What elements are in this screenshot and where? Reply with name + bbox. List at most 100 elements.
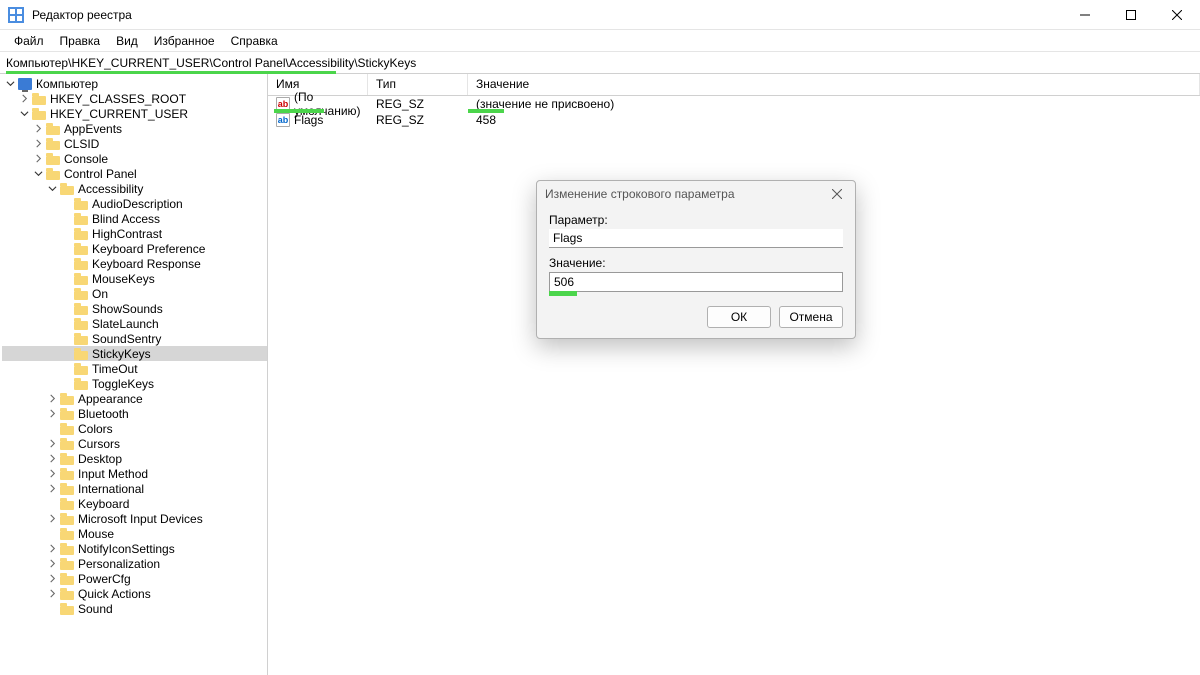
computer-icon [18,78,32,90]
chevron-down-icon[interactable] [46,183,58,195]
tree-node[interactable]: AppEvents [2,121,267,136]
tree-node[interactable]: AudioDescription [2,196,267,211]
tree-node[interactable]: Cursors [2,436,267,451]
address-path: Компьютер\HKEY_CURRENT_USER\Control Pane… [6,56,416,70]
tree-node[interactable]: PowerCfg [2,571,267,586]
tree-node[interactable]: HKEY_CLASSES_ROOT [2,91,267,106]
tree-node[interactable]: Personalization [2,556,267,571]
chevron-right-icon[interactable] [32,123,44,135]
tree-node[interactable]: Quick Actions [2,586,267,601]
tree-node[interactable]: ShowSounds [2,301,267,316]
ok-button[interactable]: ОК [707,306,771,328]
column-type[interactable]: Тип [368,74,468,95]
menu-item[interactable]: Правка [52,32,109,50]
tree-node[interactable]: Control Panel [2,166,267,181]
folder-icon [60,423,74,435]
tree-node[interactable]: CLSID [2,136,267,151]
tree-node-label: Microsoft Input Devices [78,512,203,526]
tree-node[interactable]: Компьютер [2,76,267,91]
column-value[interactable]: Значение [468,74,1200,95]
tree-node[interactable]: Microsoft Input Devices [2,511,267,526]
chevron-right-icon[interactable] [46,543,58,555]
chevron-right-icon[interactable] [32,138,44,150]
tree-node[interactable]: Colors [2,421,267,436]
menu-item[interactable]: Справка [223,32,286,50]
tree-node[interactable]: Accessibility [2,181,267,196]
tree-node[interactable]: HighContrast [2,226,267,241]
menu-item[interactable]: Файл [6,32,52,50]
tree-node[interactable]: Input Method [2,466,267,481]
tree-node[interactable]: ToggleKeys [2,376,267,391]
tree-node[interactable]: TimeOut [2,361,267,376]
tree-node[interactable]: Blind Access [2,211,267,226]
window-controls [1062,0,1200,30]
chevron-down-icon[interactable] [32,168,44,180]
chevron-right-icon[interactable] [46,588,58,600]
tree-node[interactable]: International [2,481,267,496]
value-row[interactable]: abFlagsREG_SZ458 [268,112,1200,128]
minimize-button[interactable] [1062,0,1108,30]
tree-node[interactable]: NotifyIconSettings [2,541,267,556]
tree-node[interactable]: MouseKeys [2,271,267,286]
tree-node[interactable]: Keyboard [2,496,267,511]
highlight-marker [274,109,324,113]
chevron-right-icon[interactable] [46,573,58,585]
tree-node[interactable]: Appearance [2,391,267,406]
tree-node[interactable]: SlateLaunch [2,316,267,331]
chevron-right-icon[interactable] [46,393,58,405]
tree-pane[interactable]: КомпьютерHKEY_CLASSES_ROOTHKEY_CURRENT_U… [0,74,268,675]
maximize-button[interactable] [1108,0,1154,30]
folder-icon [60,483,74,495]
chevron-right-icon[interactable] [46,468,58,480]
menu-item[interactable]: Избранное [146,32,223,50]
tree-node[interactable]: Sound [2,601,267,616]
chevron-right-icon[interactable] [46,408,58,420]
tree-node[interactable]: Console [2,151,267,166]
folder-icon [60,528,74,540]
folder-icon [74,213,88,225]
app-title: Редактор реестра [32,8,132,22]
tree-node-label: Control Panel [64,167,137,181]
folder-icon [60,453,74,465]
tree-node[interactable]: Mouse [2,526,267,541]
tree-node[interactable]: On [2,286,267,301]
address-bar[interactable]: Компьютер\HKEY_CURRENT_USER\Control Pane… [0,52,1200,74]
chevron-right-icon[interactable] [32,153,44,165]
chevron-right-icon[interactable] [18,93,30,105]
chevron-right-icon[interactable] [46,513,58,525]
tree-node-label: TimeOut [92,362,138,376]
chevron-right-icon[interactable] [46,483,58,495]
folder-icon [46,138,60,150]
tree-node[interactable]: Desktop [2,451,267,466]
close-button[interactable] [1154,0,1200,30]
chevron-down-icon[interactable] [18,108,30,120]
tree-node-label: Bluetooth [78,407,129,421]
dialog-titlebar[interactable]: Изменение строкового параметра [537,181,855,207]
tree-node-label: NotifyIconSettings [78,542,175,556]
chevron-right-icon[interactable] [46,438,58,450]
value-label: Значение: [549,256,843,270]
tree-node[interactable]: StickyKeys [2,346,267,361]
folder-icon [32,108,46,120]
tree-node[interactable]: Keyboard Preference [2,241,267,256]
value-field[interactable] [549,272,843,292]
value-name: Flags [294,113,323,127]
value-row[interactable]: ab(По умолчанию)REG_SZ(значение не присв… [268,96,1200,112]
tree-node[interactable]: HKEY_CURRENT_USER [2,106,267,121]
folder-icon [74,348,88,360]
dialog-close-button[interactable] [827,184,847,204]
tree-node[interactable]: SoundSentry [2,331,267,346]
tree-node[interactable]: Keyboard Response [2,256,267,271]
folder-icon [74,288,88,300]
menu-item[interactable]: Вид [108,32,146,50]
folder-icon [74,273,88,285]
chevron-down-icon[interactable] [4,78,16,90]
edit-string-dialog: Изменение строкового параметра Параметр:… [536,180,856,339]
chevron-right-icon[interactable] [46,453,58,465]
chevron-right-icon[interactable] [46,558,58,570]
cancel-button[interactable]: Отмена [779,306,843,328]
app-icon [8,7,24,23]
folder-icon [60,408,74,420]
tree-node-label: CLSID [64,137,99,151]
tree-node[interactable]: Bluetooth [2,406,267,421]
